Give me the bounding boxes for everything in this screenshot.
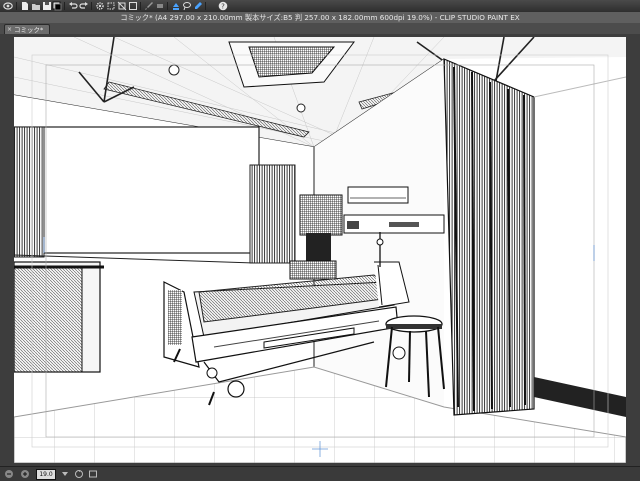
tab-comic[interactable]: × コミック* — [4, 24, 50, 34]
lasso-icon[interactable] — [182, 1, 192, 11]
eraser-icon[interactable] — [155, 1, 165, 11]
help-icon[interactable]: ? — [218, 1, 228, 11]
zoom-out-icon[interactable] — [4, 469, 14, 479]
zoom-in-icon[interactable] — [20, 469, 30, 479]
zoom-level-field[interactable]: 19.0 — [36, 469, 56, 480]
svg-text:?: ? — [221, 3, 225, 11]
status-bar: 19.0 — [0, 466, 640, 481]
open-file-icon[interactable] — [31, 1, 41, 11]
drawing-canvas[interactable] — [14, 37, 626, 463]
color-swatch-icon[interactable] — [52, 1, 62, 11]
transform-icon[interactable] — [106, 1, 116, 11]
new-file-icon[interactable] — [20, 1, 30, 11]
manga-hospital-room-artwork — [14, 37, 626, 463]
redo-icon[interactable] — [79, 1, 89, 11]
brush-icon[interactable] — [144, 1, 154, 11]
window-title: コミック* (A4 297.00 x 210.00mm 製本サイズ:B5 判 2… — [0, 12, 640, 23]
fill-icon[interactable] — [171, 1, 181, 11]
canvas-viewport[interactable] — [0, 34, 640, 466]
fit-to-window-icon[interactable] — [88, 469, 98, 479]
gear-icon[interactable] — [95, 1, 105, 11]
save-icon[interactable] — [42, 1, 52, 11]
rotate-icon[interactable] — [74, 469, 84, 479]
selection-icon[interactable] — [128, 1, 138, 11]
undo-icon[interactable] — [68, 1, 78, 11]
eyedropper-icon[interactable] — [193, 1, 203, 11]
tab-label: コミック* — [14, 26, 44, 34]
crop-icon[interactable] — [117, 1, 127, 11]
zoom-dropdown-icon[interactable] — [60, 469, 70, 479]
tab-strip: × コミック* — [0, 23, 640, 34]
app-menu-icon[interactable] — [3, 1, 13, 11]
